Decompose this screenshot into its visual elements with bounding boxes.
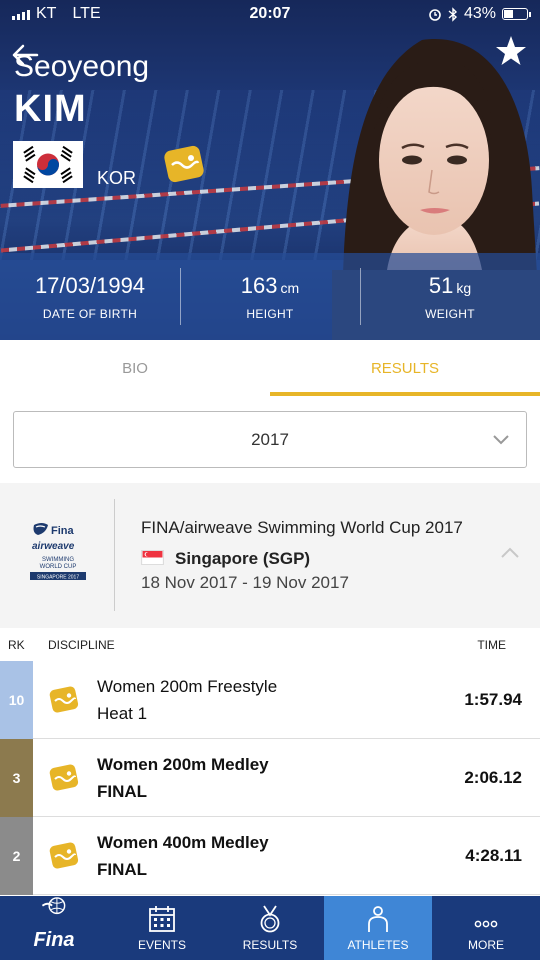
nav-athletes[interactable]: ATHLETES xyxy=(324,896,432,960)
profile-tabs: BIO RESULTS xyxy=(0,340,540,396)
medal-icon xyxy=(260,905,280,933)
discipline-name: Women 200m Medley xyxy=(97,755,269,774)
rank-badge: 3 xyxy=(0,739,33,817)
swimming-icon xyxy=(49,764,79,791)
globe-icon xyxy=(41,897,66,915)
rank-badge: 2 xyxy=(0,817,33,895)
event-logo-line2: WORLD CUP xyxy=(40,564,77,570)
event-dates: 18 Nov 2017 - 19 Nov 2017 xyxy=(141,573,349,592)
weight-value: 51 xyxy=(428,272,454,298)
result-time: 1:57.94 xyxy=(464,690,522,709)
battery-icon xyxy=(502,8,531,20)
event-location: Singapore (SGP) xyxy=(175,549,311,568)
discipline-phase: Heat 1 xyxy=(97,704,148,723)
event-logo-line3: SINGAPORE 2017 xyxy=(37,575,79,581)
stat-date-of-birth: 17/03/1994 DATE OF BIRTH xyxy=(0,253,180,340)
table-row[interactable]: 2 Women 400m Medley FINAL 4:28.11 xyxy=(0,817,540,895)
rank-badge: 10 xyxy=(0,661,33,739)
event-logo: Fina airweave SWIMMING WORLD CUP SINGAPO… xyxy=(30,523,86,581)
results-table-header: RK DISCIPLINE TIME xyxy=(0,630,540,660)
weight-unit: kg xyxy=(456,279,472,296)
header-rank: RK xyxy=(8,638,25,652)
table-row[interactable]: 10 Women 200m Freestyle Heat 1 1:57.94 xyxy=(0,661,540,739)
athlete-first-name: Seoyeong xyxy=(14,50,150,83)
nav-results-label: RESULTS xyxy=(242,938,298,952)
singapore-flag-icon xyxy=(141,550,164,565)
discipline-name: Women 200m Freestyle xyxy=(97,677,278,696)
date-of-birth-value: 17/03/1994 xyxy=(34,272,146,298)
swimming-icon xyxy=(164,145,204,183)
discipline-phase: FINAL xyxy=(97,782,148,801)
discipline-phase: FINAL xyxy=(97,860,148,879)
tab-bio[interactable]: BIO xyxy=(0,340,270,396)
header-time: TIME xyxy=(477,638,506,652)
stat-height: 163 cm HEIGHT xyxy=(180,253,360,340)
nav-events[interactable]: EVENTS xyxy=(108,896,216,960)
athlete-icon xyxy=(368,906,388,932)
table-row[interactable]: 3 Women 200m Medley FINAL 2:06.12 xyxy=(0,739,540,817)
event-card[interactable]: Fina airweave SWIMMING WORLD CUP SINGAPO… xyxy=(0,483,540,628)
athlete-stats: 17/03/1994 DATE OF BIRTH 163 cm HEIGHT 51… xyxy=(0,253,540,340)
nav-results[interactable]: RESULTS xyxy=(216,896,324,960)
nav-more[interactable]: MORE xyxy=(432,896,540,960)
bottom-navigation: Fina EVENTS RESULTS ATHLETES MORE xyxy=(0,896,540,960)
country-code: KOR xyxy=(97,168,137,188)
result-time: 2:06.12 xyxy=(464,768,522,787)
height-label: HEIGHT xyxy=(246,306,294,321)
year-selected-value: 2017 xyxy=(251,429,289,449)
athlete-hero: KT LTE 20:07 43% Seoyeong KIM KOR 17/03/… xyxy=(0,0,540,340)
discipline-name: Women 400m Medley xyxy=(97,833,269,852)
stat-weight: 51 kg WEIGHT xyxy=(360,253,540,340)
calendar-icon xyxy=(149,906,175,932)
event-logo-line1: SWIMMING xyxy=(42,557,74,563)
chevron-up-icon[interactable] xyxy=(500,545,520,561)
fina-logo: Fina xyxy=(33,929,75,951)
nav-home-fina[interactable]: Fina xyxy=(0,896,108,960)
more-icon xyxy=(474,920,498,928)
swimming-icon xyxy=(49,842,79,869)
height-unit: cm xyxy=(280,279,300,296)
nav-more-label: MORE xyxy=(468,938,504,952)
nav-athletes-label: ATHLETES xyxy=(347,938,409,952)
event-logo-sub: airweave xyxy=(32,541,75,552)
header-discipline: DISCIPLINE xyxy=(48,638,115,652)
athlete-last-name: KIM xyxy=(14,88,87,130)
event-title: FINA/airweave Swimming World Cup 2017 xyxy=(141,518,463,537)
date-of-birth-label: DATE OF BIRTH xyxy=(42,306,138,321)
chevron-down-icon xyxy=(493,435,509,445)
event-divider xyxy=(114,499,115,611)
result-time: 4:28.11 xyxy=(465,846,522,865)
event-logo-name: Fina xyxy=(51,525,74,537)
tab-results[interactable]: RESULTS xyxy=(270,340,540,396)
swimming-icon xyxy=(49,686,79,713)
year-dropdown[interactable]: 2017 xyxy=(13,411,527,468)
korea-flag-icon xyxy=(13,141,83,188)
height-value: 163 xyxy=(240,272,278,298)
weight-label: WEIGHT xyxy=(425,306,475,321)
nav-events-label: EVENTS xyxy=(137,938,186,952)
